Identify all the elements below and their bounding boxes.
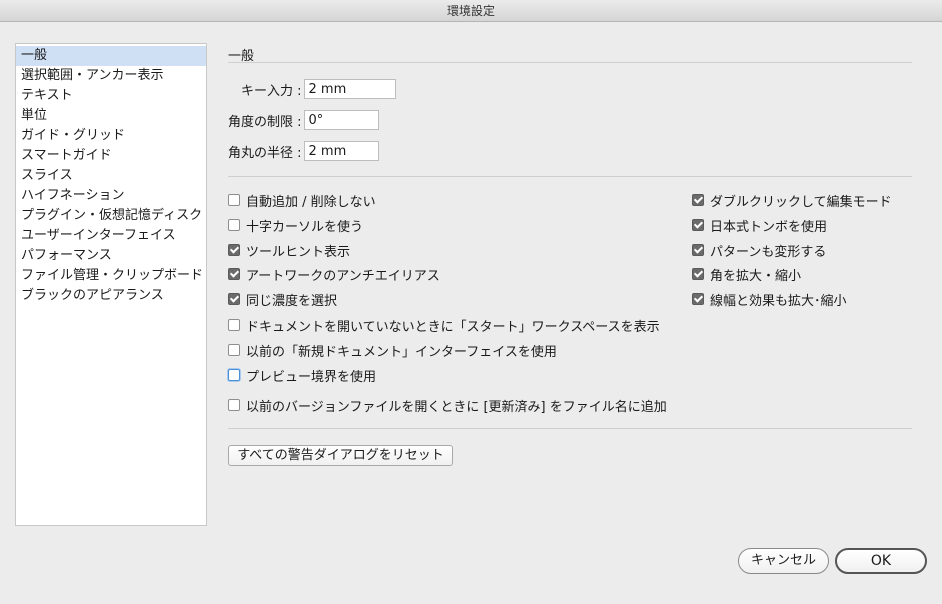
checkbox-transform-pattern[interactable]: パターンも変形する (692, 241, 827, 260)
checkbox-box[interactable] (228, 219, 240, 231)
sidebar-item-performance[interactable]: パフォーマンス (16, 246, 206, 266)
key-input-field[interactable] (303, 79, 396, 99)
checkbox-box[interactable] (692, 244, 704, 256)
checkbox-precise-cursors[interactable]: 十字カーソルを使う (228, 216, 364, 235)
checkbox-box[interactable] (228, 399, 240, 411)
key-input-row: キー入力 : (241, 79, 396, 99)
checkbox-label: 以前の「新規ドキュメント」インターフェイスを使用 (246, 344, 557, 360)
checkbox-label: ドキュメントを開いていないときに「スタート」ワークスペースを表示 (246, 319, 660, 335)
checkbox-box[interactable] (228, 268, 240, 280)
corner-radius-field[interactable] (303, 141, 379, 161)
checkbox-append-converted[interactable]: 以前のバージョンファイルを開くときに [更新済み] をファイル名に追加 (228, 396, 667, 415)
angle-limit-field[interactable] (303, 110, 379, 130)
reset-divider (228, 428, 912, 429)
sidebar-item-file-handling-clipboard[interactable]: ファイル管理・クリップボード (16, 266, 206, 286)
checkbox-label: 同じ濃度を選択 (246, 293, 338, 309)
checkbox-show-start-workspace[interactable]: ドキュメントを開いていないときに「スタート」ワークスペースを表示 (228, 316, 660, 335)
checkbox-scale-strokes-effects[interactable]: 線幅と効果も拡大･縮小 (692, 290, 847, 309)
sidebar-item-guides-grid[interactable]: ガイド・グリッド (16, 126, 206, 146)
checkbox-label: 以前のバージョンファイルを開くときに [更新済み] をファイル名に追加 (246, 399, 667, 415)
checkbox-box[interactable] (228, 293, 240, 305)
sidebar-item-plugins-scratch-disks[interactable]: プラグイン・仮想記憶ディスク (16, 206, 206, 226)
checkbox-label: ダブルクリックして編集モード (710, 194, 892, 210)
sidebar-item-slices[interactable]: スライス (16, 166, 206, 186)
checkbox-anti-aliased-artwork[interactable]: アートワークのアンチエイリアス (228, 265, 440, 284)
ok-button[interactable]: OK (835, 548, 927, 574)
checkbox-label: 日本式トンボを使用 (710, 219, 828, 235)
checkbox-double-click-isolate[interactable]: ダブルクリックして編集モード (692, 191, 892, 210)
window-title: 環境設定 (0, 0, 942, 22)
checkbox-box[interactable] (692, 219, 704, 231)
checkbox-legacy-new-document[interactable]: 以前の「新規ドキュメント」インターフェイスを使用 (228, 341, 557, 360)
checkbox-box[interactable] (228, 344, 240, 356)
checkbox-label: アートワークのアンチエイリアス (246, 268, 440, 284)
checkbox-box[interactable] (228, 244, 240, 256)
checkbox-box[interactable] (692, 293, 704, 305)
sidebar-item-smart-guides[interactable]: スマートガイド (16, 146, 206, 166)
checkbox-scale-corners[interactable]: 角を拡大・縮小 (692, 265, 802, 284)
checkbox-label: パターンも変形する (710, 244, 827, 260)
sidebar-item-user-interface[interactable]: ユーザーインターフェイス (16, 226, 206, 246)
section-divider (228, 62, 912, 63)
checkbox-show-tool-tips[interactable]: ツールヒント表示 (228, 241, 351, 260)
checkbox-disable-auto-add-delete[interactable]: 自動追加 / 削除しない (228, 191, 376, 210)
checkbox-box[interactable] (228, 369, 240, 381)
checkbox-box[interactable] (228, 194, 240, 206)
checkbox-label: 十字カーソルを使う (246, 219, 364, 235)
checkbox-label: 線幅と効果も拡大･縮小 (710, 293, 847, 309)
corner-radius-row: 角丸の半径 : (228, 141, 379, 161)
cancel-button[interactable]: キャンセル (738, 548, 829, 574)
checkbox-use-preview-bounds[interactable]: プレビュー境界を使用 (228, 366, 377, 385)
reset-warning-dialogs-button[interactable]: すべての警告ダイアログをリセット (228, 445, 453, 466)
sidebar-item-general[interactable]: 一般 (16, 46, 206, 66)
sidebar-item-hyphenation[interactable]: ハイフネーション (16, 186, 206, 206)
angle-limit-label: 角度の制限 : (228, 114, 302, 130)
checkbox-box[interactable] (692, 268, 704, 280)
options-divider (228, 176, 912, 177)
checkbox-label: 自動追加 / 削除しない (246, 194, 376, 210)
checkbox-label: 角を拡大・縮小 (710, 268, 802, 284)
checkbox-select-same-tint[interactable]: 同じ濃度を選択 (228, 290, 338, 309)
key-input-label: キー入力 : (241, 83, 302, 99)
checkbox-label: プレビュー境界を使用 (246, 369, 377, 385)
checkbox-box[interactable] (692, 194, 704, 206)
checkbox-label: ツールヒント表示 (246, 244, 351, 260)
preferences-window: 環境設定 一般 選択範囲・アンカー表示 テキスト 単位 ガイド・グリッド スマー… (0, 0, 942, 604)
corner-radius-label: 角丸の半径 : (228, 145, 302, 161)
angle-limit-row: 角度の制限 : (228, 110, 379, 130)
sidebar-item-selection-anchor[interactable]: 選択範囲・アンカー表示 (16, 66, 206, 86)
sidebar-item-type[interactable]: テキスト (16, 86, 206, 106)
sidebar-item-units[interactable]: 単位 (16, 106, 206, 126)
checkbox-box[interactable] (228, 319, 240, 331)
sidebar-item-appearance-of-black[interactable]: ブラックのアピアランス (16, 286, 206, 306)
checkbox-japanese-crop-marks[interactable]: 日本式トンボを使用 (692, 216, 828, 235)
preferences-sidebar: 一般 選択範囲・アンカー表示 テキスト 単位 ガイド・グリッド スマートガイド … (15, 43, 207, 526)
